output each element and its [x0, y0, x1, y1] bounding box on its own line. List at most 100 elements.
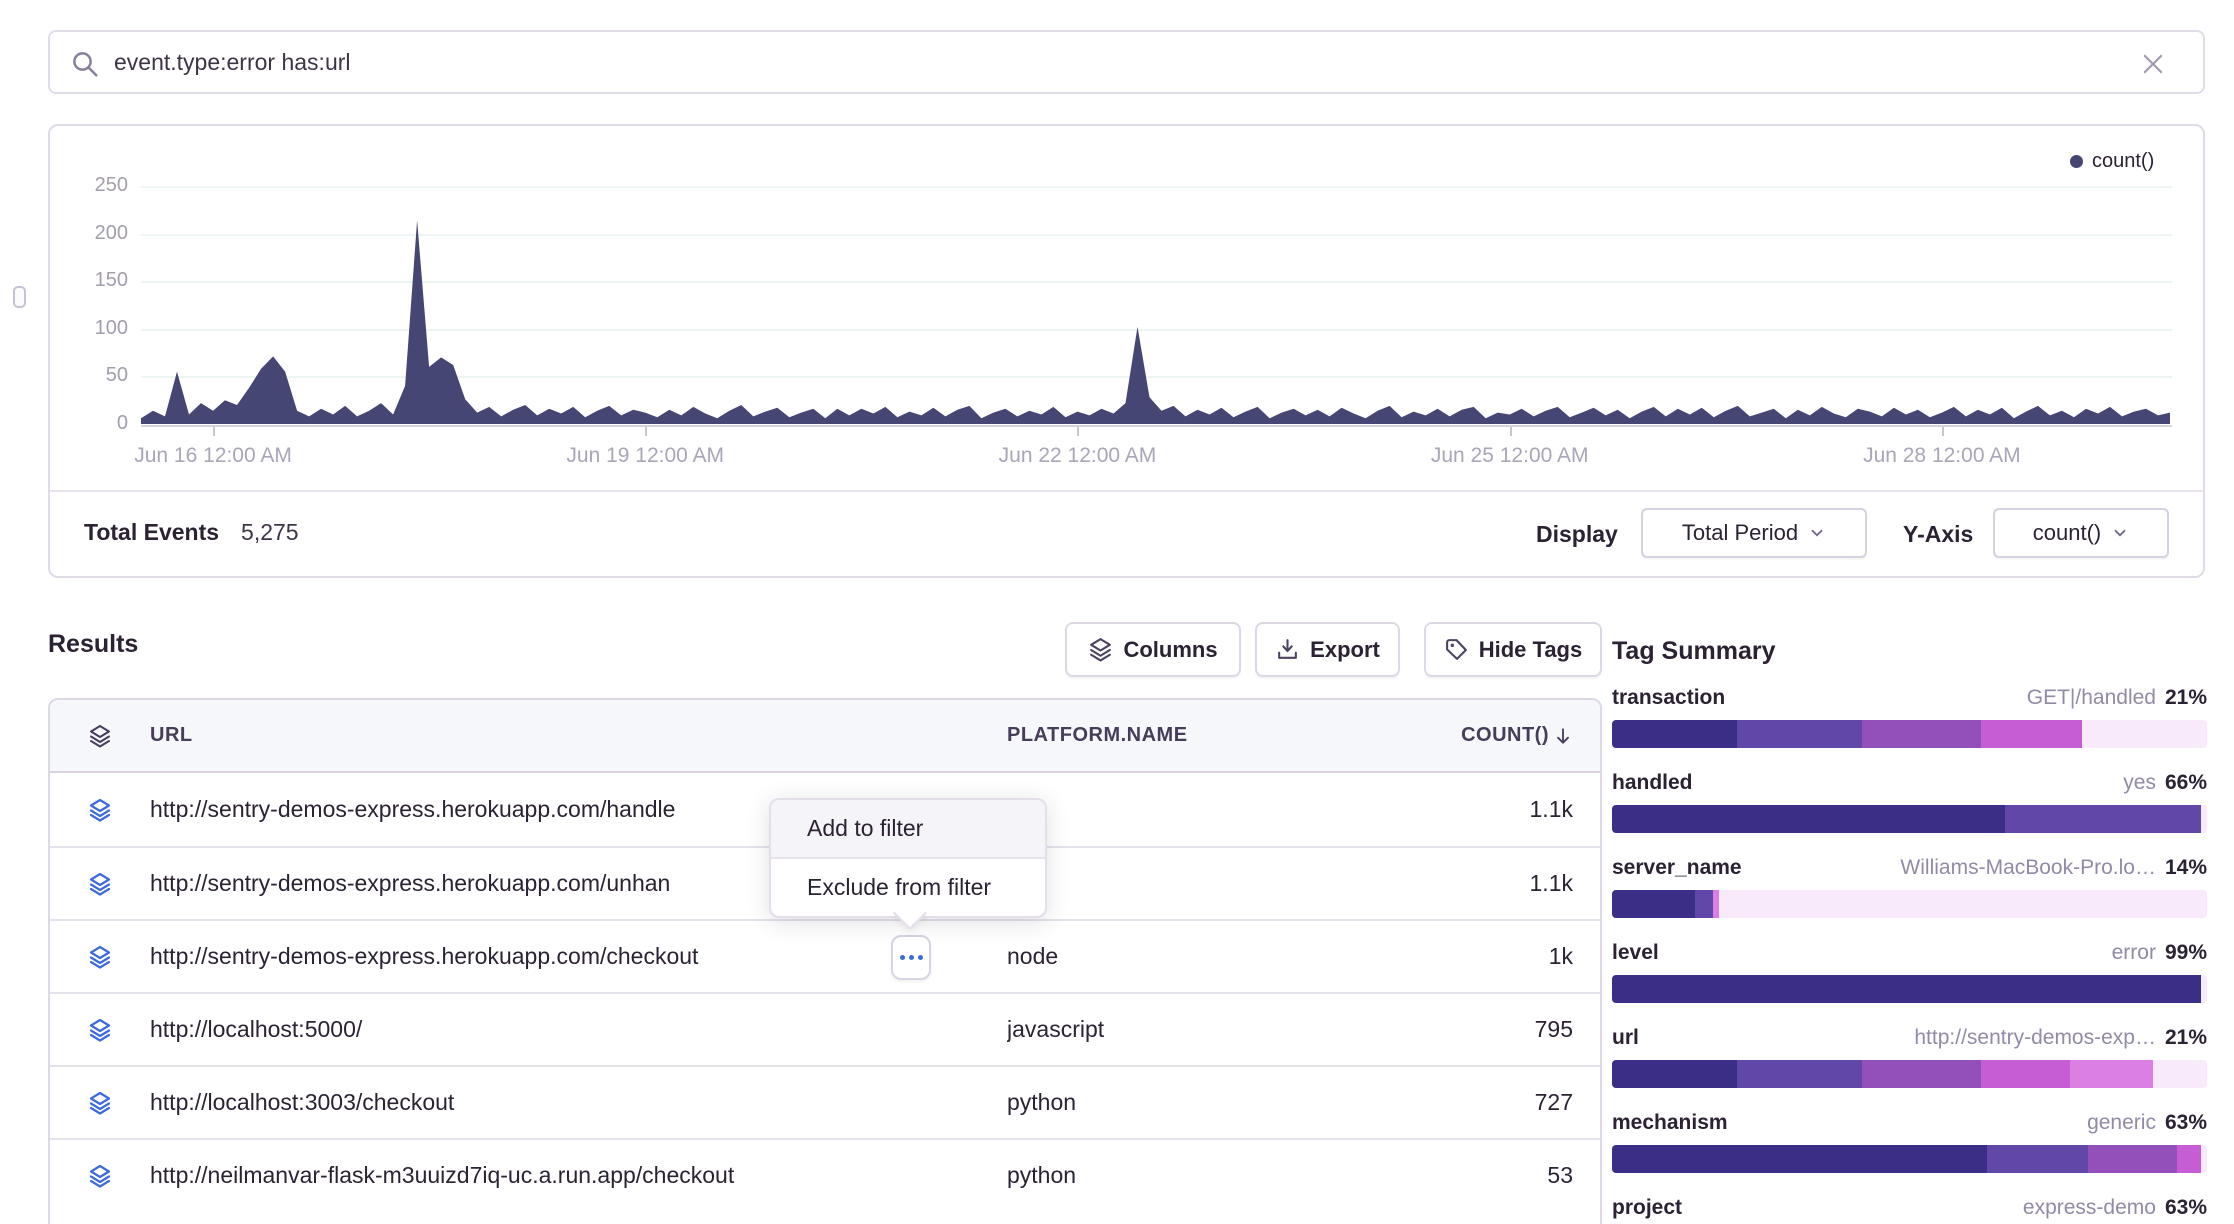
tag-top-percent: 99% — [2165, 941, 2207, 965]
tag-name: handled — [1612, 771, 1693, 795]
tag-bar-segment — [1981, 1060, 2070, 1088]
platform-cell: python — [1007, 1162, 1347, 1189]
tag-bar-segment — [1981, 720, 2082, 748]
tag-icon — [1444, 637, 1469, 662]
legend-series-label: count() — [2092, 150, 2154, 173]
platform-cell: node — [1007, 943, 1347, 970]
y-axis-tick-label: 200 — [58, 222, 128, 245]
cell-actions-button[interactable] — [891, 935, 931, 980]
table-row[interactable]: http://localhost:5000/ javascript 795 — [50, 992, 1600, 1065]
stack-icon — [50, 1018, 150, 1042]
tag-distribution-bar[interactable] — [1612, 975, 2207, 1003]
y-axis-tick-label: 150 — [58, 269, 128, 292]
stack-icon — [50, 1091, 150, 1115]
tag-top-percent: 63% — [2165, 1111, 2207, 1135]
x-axis-tick-label: Jun 25 12:00 AM — [1360, 444, 1660, 468]
y-axis-tick-label: 250 — [58, 174, 128, 197]
tag-top-value: generic — [2087, 1111, 2156, 1135]
x-axis-tick-label: Jun 28 12:00 AM — [1792, 444, 2092, 468]
tag-bar-segment — [1612, 890, 1695, 918]
sidebar-collapse-handle[interactable] — [13, 286, 26, 308]
legend-series-dot — [2070, 155, 2083, 168]
tag-bar-segment — [1737, 1060, 1862, 1088]
column-header-url[interactable]: URL — [150, 724, 1007, 747]
tag-summary-row: transaction GET|/handled 21% — [1612, 686, 2207, 766]
column-header-platform[interactable]: PLATFORM.NAME — [1007, 724, 1347, 747]
platform-cell: python — [1007, 1089, 1347, 1116]
tag-top-percent: 63% — [2165, 1196, 2207, 1220]
tag-summary-row: level error 99% — [1612, 941, 2207, 1021]
results-title: Results — [48, 630, 138, 659]
menu-item-add-to-filter[interactable]: Add to filter — [771, 800, 1045, 857]
display-label: Display — [1536, 521, 1618, 548]
table-header-row: URL PLATFORM.NAME COUNT() — [50, 700, 1600, 773]
tag-top-value: error — [2112, 941, 2156, 965]
tag-bar-segment — [2082, 720, 2207, 748]
column-header-count[interactable]: COUNT() — [1347, 724, 1573, 747]
search-bar[interactable]: event.type:error has:url — [48, 30, 2205, 94]
tag-summary-row: handled yes 66% — [1612, 771, 2207, 851]
url-cell[interactable]: http://localhost:5000/ — [150, 1016, 1007, 1043]
hide-tags-button-label: Hide Tags — [1479, 637, 1583, 663]
tag-bar-segment — [2153, 1060, 2207, 1088]
table-row[interactable]: http://sentry-demos-express.herokuapp.co… — [50, 919, 1600, 992]
search-clear-icon[interactable] — [2139, 50, 2167, 78]
tag-name: transaction — [1612, 686, 1725, 710]
tag-bar-segment — [1719, 890, 2207, 918]
hide-tags-button[interactable]: Hide Tags — [1424, 622, 1602, 677]
columns-button-label: Columns — [1123, 637, 1217, 663]
search-input[interactable]: event.type:error has:url — [114, 32, 351, 92]
tag-bar-segment — [1612, 805, 2005, 833]
tag-distribution-bar[interactable] — [1612, 720, 2207, 748]
discover-page: event.type:error has:url count() 0501001… — [0, 0, 2234, 1224]
tag-bar-segment — [2177, 1145, 2201, 1173]
tag-top-value: http://sentry-demos-exp… — [1914, 1026, 2156, 1050]
tag-distribution-bar[interactable] — [1612, 890, 2207, 918]
tag-bar-segment — [2201, 805, 2207, 833]
tag-distribution-bar[interactable] — [1612, 1060, 2207, 1088]
tag-name: level — [1612, 941, 1659, 965]
tag-bar-segment — [1862, 720, 1981, 748]
tag-bar-segment — [2070, 1060, 2153, 1088]
events-area-chart[interactable] — [141, 180, 2170, 427]
display-dropdown[interactable]: Total Period — [1641, 508, 1867, 558]
url-cell[interactable]: http://sentry-demos-express.herokuapp.co… — [150, 943, 1007, 970]
total-events-value: 5,275 — [241, 519, 299, 546]
count-cell: 727 — [1347, 1089, 1573, 1116]
chart-footer-divider — [50, 490, 2203, 492]
tag-top-value: express-demo — [2023, 1196, 2156, 1220]
tag-distribution-bar[interactable] — [1612, 1145, 2207, 1173]
tag-top-value: yes — [2123, 771, 2156, 795]
tag-name: mechanism — [1612, 1111, 1728, 1135]
y-axis-label: Y-Axis — [1903, 521, 1973, 548]
tag-name: server_name — [1612, 856, 1742, 880]
tag-bar-segment — [1612, 1145, 1987, 1173]
x-axis-tick-label: Jun 16 12:00 AM — [63, 444, 363, 468]
tag-bar-segment — [2005, 805, 2201, 833]
platform-cell: javascript — [1007, 1016, 1347, 1043]
tag-top-value: GET|/handled — [2027, 686, 2156, 710]
url-cell[interactable]: http://localhost:3003/checkout — [150, 1089, 1007, 1116]
stack-icon — [50, 798, 150, 822]
stack-icon[interactable] — [50, 724, 150, 748]
tag-top-percent: 21% — [2165, 686, 2207, 710]
table-row[interactable]: http://neilmanvar-flask-m3uuizd7iq-uc.a.… — [50, 1138, 1600, 1211]
tag-top-percent: 21% — [2165, 1026, 2207, 1050]
y-axis-dropdown[interactable]: count() — [1993, 508, 2169, 558]
tag-distribution-bar[interactable] — [1612, 805, 2207, 833]
stack-icon — [1088, 637, 1113, 662]
tag-bar-segment — [1862, 1060, 1981, 1088]
tag-top-percent: 14% — [2165, 856, 2207, 880]
chevron-down-icon — [1808, 524, 1826, 542]
download-icon — [1275, 637, 1300, 662]
y-axis-tick-label: 50 — [58, 364, 128, 387]
tag-bar-segment — [1612, 720, 1737, 748]
table-row[interactable]: http://localhost:3003/checkout python 72… — [50, 1065, 1600, 1138]
chart-legend[interactable]: count() — [2070, 150, 2154, 173]
total-events: Total Events 5,275 — [84, 519, 299, 546]
tag-summary-row: url http://sentry-demos-exp… 21% — [1612, 1026, 2207, 1106]
columns-button[interactable]: Columns — [1065, 622, 1241, 677]
url-cell[interactable]: http://neilmanvar-flask-m3uuizd7iq-uc.a.… — [150, 1162, 1007, 1189]
tag-top-percent: 66% — [2165, 771, 2207, 795]
export-button[interactable]: Export — [1255, 622, 1400, 677]
